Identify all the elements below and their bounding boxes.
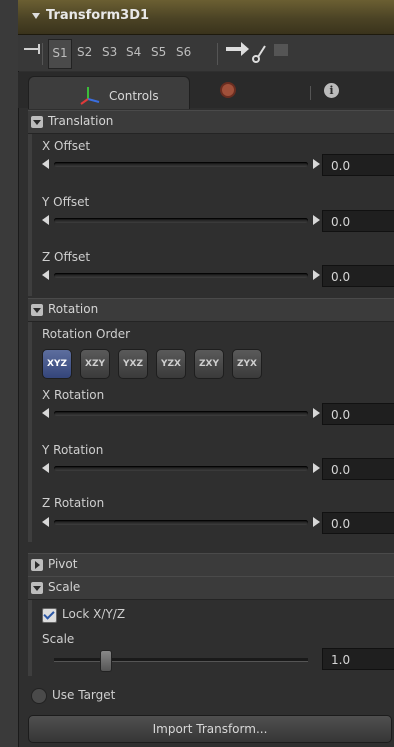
slider-left-arrow-icon[interactable] <box>42 215 49 225</box>
use-target-label: Use Target <box>52 688 116 702</box>
slider-right-arrow-icon[interactable] <box>313 270 320 280</box>
tab-bar: Controls i <box>18 72 394 109</box>
scale-header-label: Scale <box>48 580 81 594</box>
x-offset-field[interactable]: 0.0 <box>322 154 394 176</box>
translation-header-label: Translation <box>48 114 114 128</box>
chevron-right-icon[interactable] <box>31 559 43 571</box>
slot-s5-button[interactable]: S5 <box>151 45 166 59</box>
axes-icon <box>80 87 100 105</box>
slider-track[interactable] <box>54 411 308 416</box>
tab-info[interactable]: i <box>318 76 348 108</box>
tab-controls-label: Controls <box>109 89 159 103</box>
chevron-down-icon[interactable] <box>31 582 43 594</box>
z-offset-slider[interactable] <box>42 268 320 282</box>
scale-label: Scale <box>42 632 75 646</box>
slider-left-arrow-icon[interactable] <box>42 517 49 527</box>
y-offset-slider[interactable] <box>42 213 320 227</box>
lock-xyz-checkbox[interactable] <box>42 608 57 623</box>
slider-right-arrow-icon[interactable] <box>313 159 320 169</box>
scale-section-header[interactable]: Scale <box>28 576 394 600</box>
key-icon[interactable] <box>252 43 266 65</box>
z-rotation-slider[interactable] <box>42 515 320 529</box>
slider-left-arrow-icon[interactable] <box>42 270 49 280</box>
chevron-down-icon[interactable] <box>31 304 43 316</box>
y-rotation-slider[interactable] <box>42 461 320 475</box>
slider-right-arrow-icon[interactable] <box>313 215 320 225</box>
toolbar: S1 S2 S3 S4 S5 S6 <box>18 35 394 71</box>
scale-slider-track[interactable] <box>54 658 308 662</box>
slot-s4-button[interactable]: S4 <box>126 45 141 59</box>
slot-s1-button[interactable]: S1 <box>48 39 72 69</box>
y-offset-label: Y Offset <box>42 195 90 209</box>
rotation-order-yxz-button[interactable]: YXZ <box>118 349 148 379</box>
pivot-header-label: Pivot <box>48 557 78 571</box>
toolbar-separator <box>42 43 43 65</box>
rotation-order-xyz-button[interactable]: XYZ <box>42 349 72 379</box>
z-offset-field[interactable]: 0.0 <box>322 265 394 287</box>
square-icon[interactable] <box>274 44 288 56</box>
x-rotation-label: X Rotation <box>42 388 105 402</box>
x-rotation-slider[interactable] <box>42 406 320 420</box>
use-target-checkbox[interactable] <box>31 688 47 704</box>
toolbar-separator <box>217 43 218 65</box>
rotation-order-xzy-button[interactable]: XZY <box>80 349 110 379</box>
rotation-order-group: XYZ XZY YXZ YZX ZXY ZYX <box>42 349 272 379</box>
y-rotation-field[interactable]: 0.0 <box>322 458 394 480</box>
slot-s2-button[interactable]: S2 <box>77 45 92 59</box>
x-offset-label: X Offset <box>42 139 91 153</box>
z-rotation-label: Z Rotation <box>42 496 105 510</box>
chevron-down-icon[interactable] <box>31 116 43 128</box>
rotation-section-header[interactable]: Rotation <box>28 298 394 322</box>
collapse-triangle-icon[interactable] <box>32 13 40 19</box>
info-icon: i <box>324 83 339 98</box>
slider-left-arrow-icon[interactable] <box>42 408 49 418</box>
slider-track[interactable] <box>54 218 308 223</box>
rotation-order-zxy-button[interactable]: ZXY <box>194 349 224 379</box>
x-rotation-field[interactable]: 0.0 <box>322 403 394 425</box>
pin-icon[interactable] <box>24 44 40 54</box>
slider-right-arrow-icon[interactable] <box>313 517 320 527</box>
scale-slider-thumb[interactable] <box>100 650 112 672</box>
gear-icon <box>222 84 234 96</box>
scale-field[interactable]: 1.0 <box>322 648 394 670</box>
node-header[interactable]: Transform3D1 <box>18 0 394 35</box>
y-offset-field[interactable]: 0.0 <box>322 210 394 232</box>
import-transform-button[interactable]: Import Transform... <box>28 715 392 743</box>
tab-separator <box>310 86 311 100</box>
slot-s3-button[interactable]: S3 <box>102 45 117 59</box>
rotation-header-label: Rotation <box>48 302 99 316</box>
slider-track[interactable] <box>54 273 308 278</box>
rotation-order-zyx-button[interactable]: ZYX <box>232 349 262 379</box>
tab-settings[interactable] <box>214 76 244 108</box>
z-offset-label: Z Offset <box>42 250 91 264</box>
slider-track[interactable] <box>54 520 308 525</box>
slot-s6-button[interactable]: S6 <box>176 45 191 59</box>
slider-track[interactable] <box>54 466 308 471</box>
arrow-right-icon[interactable] <box>226 42 249 56</box>
left-gutter <box>0 0 18 747</box>
slider-right-arrow-icon[interactable] <box>313 463 320 473</box>
z-rotation-field[interactable]: 0.0 <box>322 512 394 534</box>
translation-section-header[interactable]: Translation <box>28 110 394 134</box>
node-title: Transform3D1 <box>46 8 150 23</box>
pivot-section-header[interactable]: Pivot <box>28 553 394 577</box>
slider-right-arrow-icon[interactable] <box>313 408 320 418</box>
rotation-order-label: Rotation Order <box>42 327 131 341</box>
y-rotation-label: Y Rotation <box>42 443 104 457</box>
slider-left-arrow-icon[interactable] <box>42 159 49 169</box>
rotation-order-yzx-button[interactable]: YZX <box>156 349 186 379</box>
slider-left-arrow-icon[interactable] <box>42 463 49 473</box>
slider-track[interactable] <box>54 162 308 167</box>
x-offset-slider[interactable] <box>42 157 320 171</box>
tab-controls[interactable]: Controls <box>28 76 190 109</box>
lock-xyz-label: Lock X/Y/Z <box>62 607 126 621</box>
